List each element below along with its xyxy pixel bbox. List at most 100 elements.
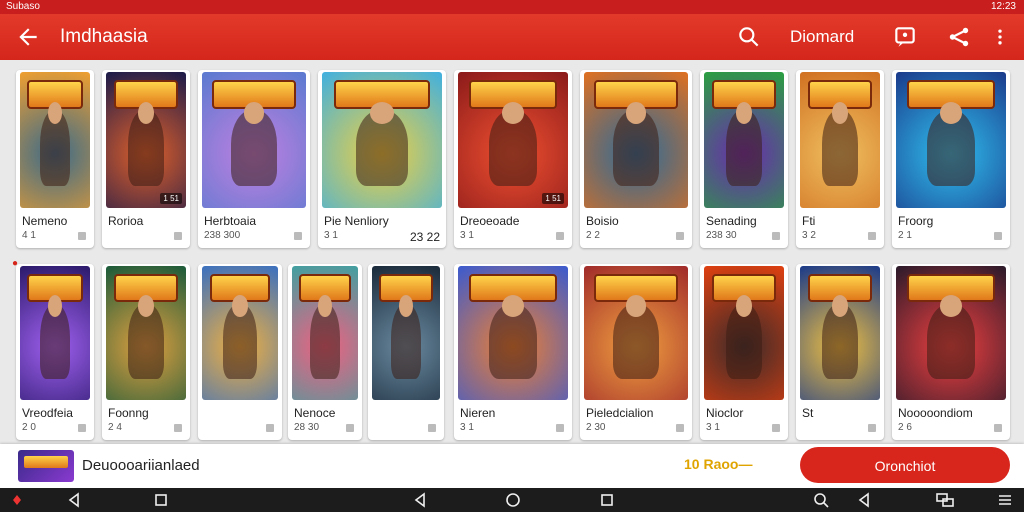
game-card[interactable]: 1 51 Rorioa	[102, 70, 190, 248]
game-title: Boisio	[586, 214, 619, 228]
download-icon[interactable]	[868, 232, 876, 240]
game-card[interactable]: 1 51 Dreoeoade 3 1	[454, 70, 572, 248]
nav-back-icon[interactable]	[66, 491, 84, 509]
nav-switch-icon[interactable]	[934, 491, 956, 509]
game-cover-art[interactable]	[458, 266, 568, 400]
game-card[interactable]: Froorg 2 1	[892, 70, 1010, 248]
download-icon[interactable]	[556, 232, 564, 240]
game-cover-art[interactable]	[896, 72, 1006, 208]
game-card[interactable]: Pie Nenliory 3 1 23 22	[318, 70, 446, 248]
game-meta: 238 30	[706, 230, 737, 241]
character-head	[370, 101, 394, 124]
search-icon[interactable]	[736, 24, 762, 50]
game-card[interactable]: Herbtoaia 238 300	[198, 70, 310, 248]
nav-back-icon-3[interactable]	[856, 491, 874, 509]
game-title: Nemeno	[22, 214, 68, 228]
game-card[interactable]: Pieledcialion 2 30	[580, 264, 692, 440]
game-title: Senading	[706, 214, 757, 228]
game-meta: 238 300	[204, 230, 241, 241]
game-card[interactable]: Nemeno 4 1	[16, 70, 94, 248]
nav-search-icon[interactable]	[812, 491, 830, 509]
character-head	[625, 101, 647, 124]
nav-home-icon[interactable]	[504, 491, 522, 509]
download-icon[interactable]	[78, 232, 86, 240]
character-head	[138, 295, 154, 317]
download-icon[interactable]	[676, 424, 684, 432]
game-card[interactable]: Senading 238 30	[700, 70, 788, 248]
nav-back-icon-2[interactable]	[412, 491, 430, 509]
game-card[interactable]	[368, 264, 444, 440]
share-icon[interactable]	[946, 24, 972, 50]
game-cover-art[interactable]	[704, 266, 784, 400]
game-cover-art[interactable]	[372, 266, 440, 400]
nav-recents-icon-2[interactable]	[598, 491, 616, 509]
game-cover-art[interactable]	[202, 266, 278, 400]
game-cover-art[interactable]	[322, 72, 442, 208]
game-card[interactable]: Nenoce 28 30	[288, 264, 362, 440]
game-meta-right: 23 22	[409, 230, 440, 244]
download-icon[interactable]	[868, 424, 876, 432]
promo-label[interactable]: 10 Raoo—	[684, 456, 752, 472]
nav-menu-icon[interactable]	[996, 491, 1014, 509]
download-icon[interactable]	[556, 424, 564, 432]
download-icon[interactable]	[174, 424, 182, 432]
cover-badge: 1 51	[160, 193, 182, 204]
game-cover-art[interactable]	[800, 72, 880, 208]
download-icon[interactable]	[266, 424, 274, 432]
download-icon[interactable]	[994, 424, 1002, 432]
download-icon[interactable]	[428, 424, 436, 432]
banner-title: Deuoooariianlaed	[82, 457, 200, 474]
status-time: 12:23	[990, 1, 1016, 12]
game-cover-art[interactable]	[704, 72, 784, 208]
game-cover-art[interactable]	[20, 266, 90, 400]
game-title: Foonng	[108, 406, 149, 420]
game-title: Nieren	[460, 406, 496, 420]
game-grid: Nemeno 4 1 1 51 Rorioa Herbtoaia 238 300 Pi…	[0, 60, 1024, 444]
character-head	[832, 101, 848, 124]
game-meta: 4 1	[22, 230, 36, 241]
character-head	[625, 295, 647, 317]
game-card[interactable]	[198, 264, 282, 440]
download-icon[interactable]	[294, 232, 302, 240]
game-cover-art[interactable]	[106, 266, 186, 400]
game-cover-art[interactable]	[292, 266, 358, 400]
game-card[interactable]: St	[796, 264, 884, 440]
domain-label[interactable]: Diomard	[790, 27, 854, 47]
character-head	[48, 295, 62, 317]
download-icon[interactable]	[346, 424, 354, 432]
game-meta: 2 6	[898, 422, 912, 433]
chat-icon[interactable]	[892, 24, 918, 50]
game-meta: 28 30	[294, 422, 320, 433]
download-icon[interactable]	[174, 232, 182, 240]
nav-recents-icon[interactable]	[152, 491, 170, 509]
character-head	[502, 101, 524, 124]
game-card[interactable]: Foonng 2 4	[102, 264, 190, 440]
game-meta: 2 30	[586, 422, 606, 433]
game-card[interactable]: Boisio 2 2	[580, 70, 692, 248]
game-card[interactable]: Nioclor 3 1	[700, 264, 788, 440]
game-cover-art[interactable]: 1 51	[458, 72, 568, 208]
game-cover-art[interactable]	[584, 266, 688, 400]
download-icon[interactable]	[78, 424, 86, 432]
download-icon[interactable]	[994, 232, 1002, 240]
more-vert-icon[interactable]	[990, 24, 1010, 50]
download-icon[interactable]	[772, 232, 780, 240]
game-cover-art[interactable]	[20, 72, 90, 208]
download-icon[interactable]	[772, 424, 780, 432]
status-left-text: Subaso	[6, 1, 40, 12]
game-card[interactable]: Nieren 3 1	[454, 264, 572, 440]
game-cover-art[interactable]	[584, 72, 688, 208]
game-cover-art[interactable]: 1 51	[106, 72, 186, 208]
download-icon[interactable]	[676, 232, 684, 240]
game-card[interactable]: Fti 3 2	[796, 70, 884, 248]
status-bar: Subaso 12:23	[0, 0, 1024, 14]
character-head	[399, 295, 413, 317]
game-cover-art[interactable]	[800, 266, 880, 400]
cta-button[interactable]: Oronchiot	[800, 447, 1010, 483]
game-card[interactable]: Nooooondiom 2 6	[892, 264, 1010, 440]
game-card[interactable]: Vreodfeia 2 0	[16, 264, 94, 440]
back-arrow-icon[interactable]	[14, 24, 42, 50]
game-cover-art[interactable]	[896, 266, 1006, 400]
game-meta: 3 1	[706, 422, 720, 433]
game-cover-art[interactable]	[202, 72, 306, 208]
